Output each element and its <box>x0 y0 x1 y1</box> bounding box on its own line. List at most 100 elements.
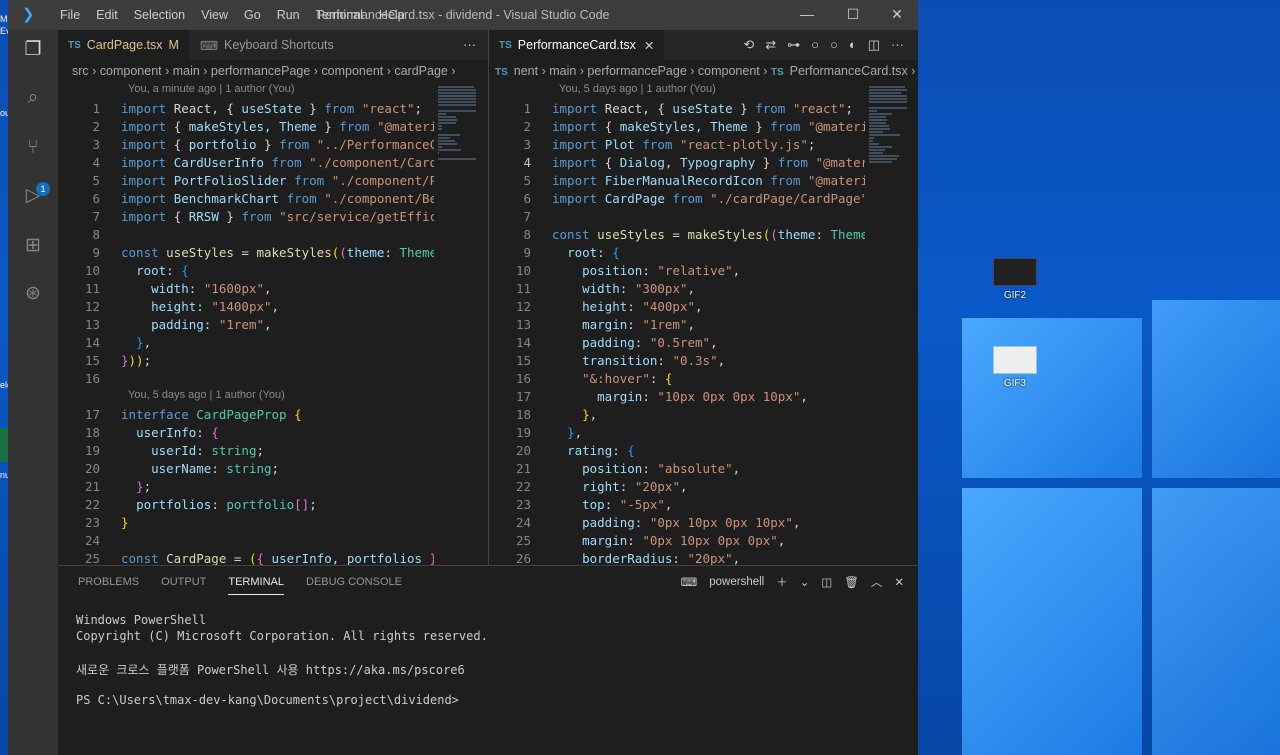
code-line: 7 <box>489 208 865 226</box>
desktop-icon-gif2[interactable]: GIF2 <box>980 258 1050 301</box>
line-number: 1 <box>92 101 100 116</box>
windows-logo-pane <box>1152 300 1280 478</box>
toggle-blame-icon[interactable]: ◐ <box>849 37 857 60</box>
menu-edit[interactable]: Edit <box>88 8 126 22</box>
code-line: 22 right: "20px", <box>489 478 865 496</box>
code-line: 18 userInfo: { <box>58 424 434 442</box>
line-number: 5 <box>523 173 531 188</box>
menu-bar: File Edit Selection View Go Run Terminal… <box>52 8 413 22</box>
terminal-prompt[interactable]: PS C:\Users\tmax-dev-kang\Documents\proj… <box>76 693 459 707</box>
minimap-line <box>869 143 879 145</box>
tab-keyboard-shortcuts[interactable]: ⌨ Keyboard Shortcuts <box>190 30 345 60</box>
shell-selector[interactable]: powershell <box>709 576 764 588</box>
tab-output[interactable]: OUTPUT <box>161 576 206 595</box>
codelens-blame[interactable]: You, a minute ago | 1 author (You) <box>128 83 295 95</box>
close-tab-icon[interactable]: ✕ <box>644 38 654 53</box>
line-code: const CardPage = ({ userInfo, portfolios… <box>121 551 434 565</box>
left-minimap[interactable] <box>434 82 484 565</box>
line-number: 20 <box>515 443 531 458</box>
line-code: })); <box>121 353 152 368</box>
split-editor-icon[interactable]: ◫ <box>868 37 880 60</box>
line-number: 13 <box>515 317 531 332</box>
extensions-icon[interactable]: ⊞ <box>21 234 45 258</box>
code-line: 15 transition: "0.3s", <box>489 352 865 370</box>
desktop-icon-gif3[interactable]: GIF3 <box>980 346 1050 389</box>
tab-performancecard[interactable]: TS PerformanceCard.tsx ✕ <box>489 30 666 60</box>
codelens-blame[interactable]: You, 5 days ago | 1 author (You) <box>128 389 285 401</box>
line-number: 18 <box>515 407 531 422</box>
menu-terminal[interactable]: Terminal <box>308 8 371 22</box>
chevron-down-icon[interactable]: ⌄ <box>800 575 810 589</box>
right-code-editor[interactable]: You, 5 days ago | 1 author (You) 1 import … <box>489 82 865 565</box>
explorer-icon[interactable]: ❐ <box>21 38 45 62</box>
line-code: }, <box>567 425 583 440</box>
minimize-button[interactable]: — <box>784 0 830 30</box>
line-number: 16 <box>84 371 100 386</box>
minimap-line <box>869 161 892 163</box>
code-line: 5 import FiberManualRecordIcon from "@mat… <box>489 172 865 190</box>
menu-file[interactable]: File <box>52 8 88 22</box>
breadcrumb[interactable]: TS nent › main › performancePage › compon… <box>489 60 918 82</box>
code-line: 11 width: "300px", <box>489 280 865 298</box>
minimap-line <box>869 152 884 154</box>
code-line: 26 borderRadius: "20px", <box>489 550 865 565</box>
line-number: 23 <box>84 515 100 530</box>
desktop-icon-label: GIF3 <box>1003 378 1027 389</box>
right-minimap[interactable] <box>865 82 915 565</box>
timeline-icon[interactable]: ⟲ <box>743 37 754 60</box>
close-window-button[interactable]: ✕ <box>874 0 920 30</box>
more-actions-icon[interactable]: ··· <box>891 37 904 60</box>
menu-selection[interactable]: Selection <box>126 8 193 22</box>
trash-icon[interactable]: 🗑 <box>844 575 859 589</box>
minimap-line <box>438 98 476 100</box>
tab-problems[interactable]: PROBLEMS <box>78 576 139 595</box>
minimap-line <box>869 158 897 160</box>
new-terminal-icon[interactable]: ＋ <box>776 574 788 590</box>
next-change-icon[interactable]: ○ <box>830 37 838 60</box>
line-number: 25 <box>84 551 100 565</box>
split-terminal-icon[interactable]: ◫ <box>821 575 832 589</box>
code-line: 6 import BenchmarkChart from "./component… <box>58 190 434 208</box>
more-actions-icon[interactable]: ··· <box>451 30 488 60</box>
minimap-line <box>869 98 907 100</box>
line-code: transition: "0.3s", <box>582 353 726 368</box>
line-number: 9 <box>92 245 100 260</box>
minimap-line <box>869 86 905 88</box>
terminal-line: Copyright (C) Microsoft Corporation. All… <box>76 629 488 643</box>
line-number: 8 <box>92 227 100 242</box>
line-number: 21 <box>84 479 100 494</box>
menu-go[interactable]: Go <box>236 8 269 22</box>
minimap-line <box>438 122 456 124</box>
maximize-panel-icon[interactable]: ︿ <box>871 574 883 590</box>
tab-debug-console[interactable]: DEBUG CONSOLE <box>306 576 402 595</box>
code-line: 22 portfolios: portfolio[]; <box>58 496 434 514</box>
tab-terminal[interactable]: TERMINAL <box>228 576 284 595</box>
line-code: import React, { useState } from "react"; <box>121 101 423 116</box>
line-code: portfolios: portfolio[]; <box>136 497 317 512</box>
menu-view[interactable]: View <box>193 8 236 22</box>
git-commit-icon[interactable]: ⊶ <box>787 37 800 60</box>
line-number: 25 <box>515 533 531 548</box>
left-code-editor[interactable]: You, a minute ago | 1 author (You) 1 impor… <box>58 82 434 565</box>
compare-icon[interactable]: ⇄ <box>765 37 776 60</box>
tab-cardpage[interactable]: TS CardPage.tsx M <box>58 30 190 60</box>
line-code: width: "300px", <box>582 281 696 296</box>
code-line: 17 margin: "10px 0px 0px 10px", <box>489 388 865 406</box>
menu-help[interactable]: Help <box>371 8 413 22</box>
codelens-blame[interactable]: You, 5 days ago | 1 author (You) <box>559 83 716 95</box>
breadcrumb[interactable]: src › component › main › performancePage… <box>72 60 488 82</box>
windows-logo-pane <box>962 488 1142 755</box>
run-debug-icon[interactable]: ▷ <box>21 184 45 208</box>
menu-run[interactable]: Run <box>269 8 308 22</box>
maximize-button[interactable]: ☐ <box>830 0 876 30</box>
code-line: 25 const CardPage = ({ userInfo, portfoli… <box>58 550 434 565</box>
panel-toolbar: ⌨ powershell ＋ ⌄ ◫ 🗑 ︿ ✕ <box>681 574 904 590</box>
close-panel-icon[interactable]: ✕ <box>894 575 904 589</box>
source-control-icon[interactable]: ⑂ <box>21 136 45 160</box>
right-tab-bar: TS PerformanceCard.tsx ✕ ⟲ ⇄ ⊶ ○ ○ ◐ ◫ ·… <box>489 30 918 60</box>
previous-change-icon[interactable]: ○ <box>811 37 819 60</box>
git-graph-icon[interactable]: ⊛ <box>21 282 45 306</box>
search-icon[interactable]: ⌕ <box>21 86 45 110</box>
code-line: 25 margin: "0px 10px 0px 0px", <box>489 532 865 550</box>
line-code: margin: "10px 0px 0px 10px", <box>597 389 808 404</box>
